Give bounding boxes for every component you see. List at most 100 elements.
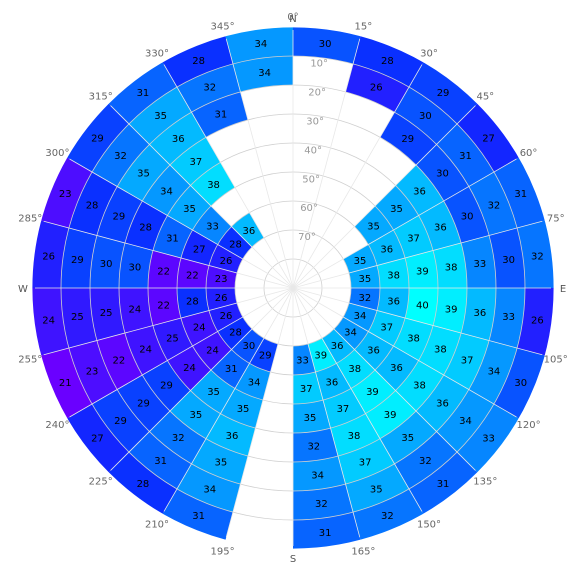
cell-value-label: 25 (100, 308, 113, 319)
cell-value-label: 28 (137, 479, 150, 490)
cell-value-label: 36 (380, 245, 393, 256)
azimuth-label: 300° (45, 148, 69, 159)
cell-value-label: 35 (207, 387, 220, 398)
cell-value-label: 38 (348, 431, 361, 442)
cell-value-label: 22 (157, 301, 170, 312)
cell-value-label: 26 (531, 316, 544, 327)
azimuth-label: 225° (89, 476, 113, 487)
cell-value-label: 24 (206, 345, 219, 356)
cell-value-label: 28 (86, 200, 99, 211)
cell-value-label: 34 (488, 367, 501, 378)
cell-value-label: 35 (401, 433, 414, 444)
cell-value-label: 22 (186, 270, 199, 281)
cell-value-label: 32 (172, 433, 185, 444)
cell-value-label: 24 (128, 304, 141, 315)
azimuth-label: 315° (89, 92, 113, 103)
elevation-label: 50° (302, 174, 320, 185)
cell-value-label: 37 (380, 322, 393, 333)
cell-value-label: 39 (384, 410, 397, 421)
cell-value-label: 39 (314, 350, 327, 361)
cell-value-label: 34 (344, 328, 357, 339)
cell-value-label: 35 (370, 484, 383, 495)
cell-value-label: 34 (248, 377, 261, 388)
azimuth-label: 165° (351, 547, 375, 558)
cell-value-label: 25 (166, 333, 179, 344)
cell-value-label: 30 (100, 259, 113, 270)
elevation-label: 70° (298, 232, 316, 243)
cell-value-label: 29 (112, 211, 125, 222)
cell-value-label: 26 (220, 311, 233, 322)
cell-value-label: 36 (331, 341, 344, 352)
cell-value-label: 26 (215, 293, 228, 304)
azimuth-label: 285° (18, 214, 42, 225)
cell-value-label: 32 (203, 83, 216, 94)
elevation-label: 60° (300, 203, 318, 214)
cell-value-label: 34 (354, 311, 367, 322)
azimuth-label: 120° (517, 420, 541, 431)
azimuth-label: 15° (355, 21, 373, 32)
cell-value-label: 35 (214, 458, 227, 469)
cell-value-label: 34 (258, 68, 271, 79)
cell-value-label: 38 (434, 345, 447, 356)
cell-value-label: 31 (459, 151, 472, 162)
cell-value-label: 26 (370, 83, 383, 94)
cell-value-label: 31 (225, 364, 238, 375)
cell-value-label: 37 (337, 404, 350, 415)
cell-value-label: 28 (139, 222, 152, 233)
cell-value-label: 35 (359, 274, 372, 285)
azimuth-label: 30° (420, 48, 438, 59)
cell-value-label: 32 (488, 200, 501, 211)
cell-value-label: 29 (160, 381, 173, 392)
cell-value-label: 21 (59, 378, 72, 389)
compass-label-e: E (560, 284, 566, 295)
azimuth-label: 150° (417, 520, 441, 531)
cell-value-label: 39 (366, 387, 379, 398)
cell-value-label: 29 (114, 416, 127, 427)
azimuth-label: 135° (473, 476, 497, 487)
cell-value-label: 36 (242, 226, 255, 237)
cell-value-label: 30 (436, 169, 449, 180)
cell-value-label: 31 (166, 234, 179, 245)
cell-value-label: 28 (229, 328, 242, 339)
cell-value-label: 35 (183, 204, 196, 215)
elevation-label: 30° (306, 116, 324, 127)
cell-value-label: 29 (71, 255, 84, 266)
cell-value-label: 36 (436, 398, 449, 409)
cell-value-label: 38 (387, 270, 400, 281)
cell-value-label: 30 (514, 378, 527, 389)
polar-heatmap: 30 28 26 29 30 29 27 31 30 36 35 35 31 32 30 36 37 36 35 32… (18, 12, 568, 565)
cell-value-label: 36 (367, 345, 380, 356)
azimuth-label: 75° (547, 214, 565, 225)
azimuth-label: 345° (211, 21, 235, 32)
cell-value-label: 29 (259, 350, 272, 361)
cell-value-label: 35 (304, 413, 317, 424)
cell-value-label: 23 (86, 367, 99, 378)
cell-value-label: 26 (220, 256, 233, 267)
cell-value-label: 29 (437, 88, 450, 99)
cell-value-label: 33 (482, 434, 495, 445)
cell-value-label: 35 (354, 256, 367, 267)
cell-value-label: 32 (381, 511, 394, 522)
cell-value-label: 28 (192, 56, 205, 67)
cell-value-label: 22 (112, 356, 125, 367)
cell-value-label: 36 (325, 377, 338, 388)
cell-value-label: 29 (401, 134, 414, 145)
cell-value-label: 31 (514, 189, 527, 200)
cell-value-label: 32 (531, 251, 544, 262)
cell-value-label: 27 (91, 434, 104, 445)
cell-value-label: 31 (437, 479, 450, 490)
cell-value-label: 30 (319, 39, 332, 50)
cell-value-label: 39 (445, 304, 458, 315)
cell-value-label: 30 (502, 255, 515, 266)
cell-value-label: 38 (413, 381, 426, 392)
cell-value-label: 37 (359, 458, 372, 469)
cell-value-label: 31 (192, 511, 205, 522)
cell-value-label: 25 (71, 312, 84, 323)
cell-value-label: 38 (407, 333, 420, 344)
azimuth-label: 330° (145, 48, 169, 59)
compass-label-s: S (290, 554, 296, 565)
cell-value-label: 23 (59, 189, 72, 200)
cell-value-label: 31 (137, 88, 150, 99)
azimuth-label: 195° (211, 547, 235, 558)
cell-value-label: 35 (237, 404, 250, 415)
